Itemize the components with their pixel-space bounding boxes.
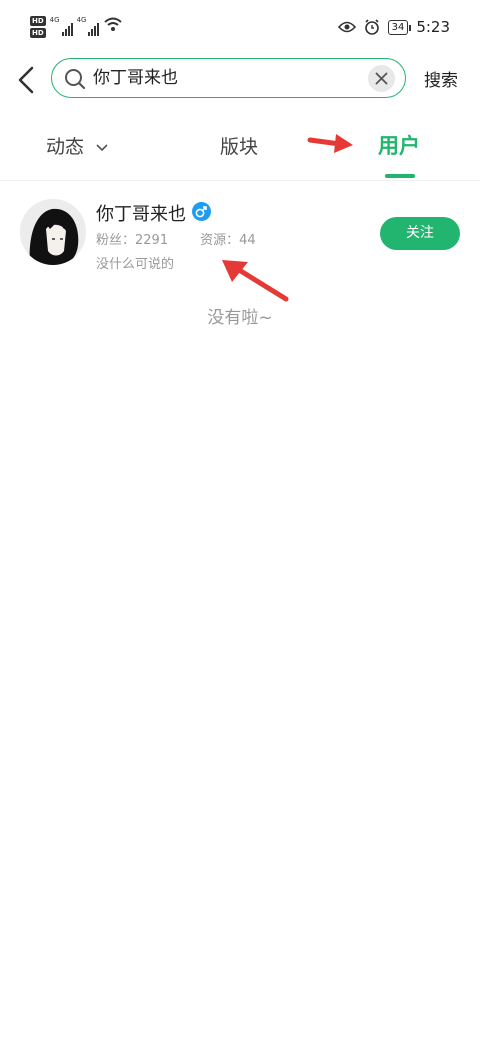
search-icon (65, 69, 86, 90)
clear-search-button[interactable] (368, 65, 395, 92)
eye-icon (337, 21, 356, 33)
follow-button[interactable]: 关注 (380, 217, 460, 250)
back-arrow-icon[interactable] (14, 64, 40, 96)
search-button[interactable]: 搜索 (424, 66, 458, 91)
wifi-icon (104, 17, 123, 31)
hd-badge-2: HD (30, 28, 46, 38)
tab-board[interactable]: 版块 (220, 132, 258, 159)
tab-board-label: 版块 (220, 136, 259, 158)
close-icon (375, 72, 388, 85)
tab-user-label: 用户 (378, 134, 420, 158)
clock-time: 5:23 (416, 18, 450, 36)
search-query-text[interactable]: 你丁哥来也 (93, 59, 178, 97)
signal-icon-1: 4G (50, 16, 73, 36)
end-of-list-text: 没有啦~ (207, 308, 273, 328)
active-tab-indicator (385, 174, 415, 178)
user-stats: 粉丝：2291 资源：44 (96, 229, 256, 248)
status-left: HD HD 4G 4G (30, 16, 123, 38)
status-right: 34 5:23 (337, 18, 450, 36)
avatar[interactable] (20, 199, 86, 265)
fans-label: 粉丝： (96, 233, 136, 248)
tab-dynamic-label: 动态 (46, 136, 85, 158)
battery-indicator: 34 (387, 19, 412, 35)
signal-icon-2: 4G (77, 16, 100, 36)
chevron-down-icon (96, 143, 108, 151)
tab-divider (0, 180, 480, 181)
tab-user[interactable]: 用户 (378, 130, 420, 160)
tab-dynamic[interactable]: 动态 (46, 132, 108, 159)
hd-badge-1: HD (30, 16, 46, 26)
male-icon (192, 202, 211, 221)
avatar-image (20, 199, 86, 265)
tab-bar: 动态 版块 用户 (0, 118, 480, 180)
resources-label: 资源： (200, 233, 240, 248)
resources-count: 44 (239, 233, 256, 248)
user-name[interactable]: 你丁哥来也 (96, 200, 186, 226)
alarm-icon (364, 19, 379, 35)
search-header: 你丁哥来也 搜索 (0, 56, 480, 104)
annotation-arrow-up-left-icon (222, 260, 289, 302)
user-bio: 没什么可说的 (96, 257, 175, 272)
fans-count: 2291 (135, 233, 169, 248)
annotation-arrow-right-icon (307, 134, 353, 153)
search-input[interactable]: 你丁哥来也 (51, 58, 406, 98)
status-bar: HD HD 4G 4G 34 5:23 (0, 0, 480, 56)
